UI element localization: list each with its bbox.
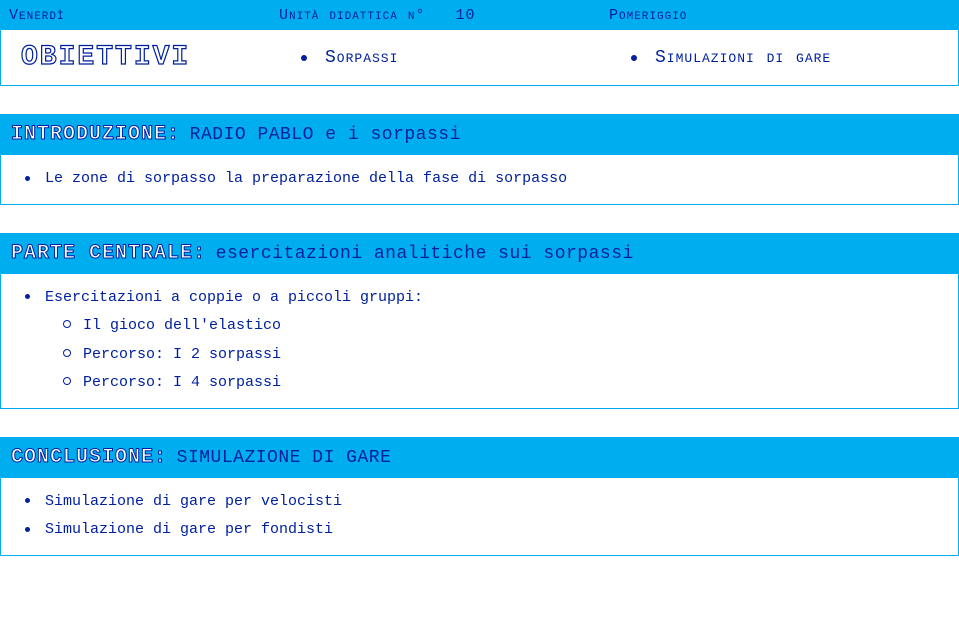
bullet-list: Esercitazioni a coppie o a piccoli grupp…	[11, 284, 948, 398]
section-header: INTRODUZIONE: RADIO PABLO e i sorpassi	[0, 114, 959, 155]
unit-number: 10	[455, 7, 475, 24]
section-header: PARTE CENTRALE: esercitazioni analitiche…	[0, 233, 959, 274]
objective-text: Sorpassi	[325, 48, 398, 68]
day-label: Venerdì	[9, 7, 279, 24]
section-conclusione: CONCLUSIONE: SIMULAZIONE DI GARE Simulaz…	[0, 437, 959, 556]
bullet-icon	[631, 55, 637, 61]
section-prefix: PARTE CENTRALE:	[11, 242, 206, 265]
sub-list-item: Percorso: I 2 sorpassi	[83, 341, 948, 370]
unit-prefix: Unità didattica n°	[279, 7, 425, 24]
header-row-objectives: OBIETTIVI Sorpassi Simulazioni di gare	[1, 30, 958, 85]
section-title: SIMULAZIONE DI GARE	[177, 448, 392, 468]
top-header: Venerdì Unità didattica n° 10 Pomeriggio…	[0, 0, 959, 86]
objective-text: Simulazioni di gare	[655, 48, 831, 68]
list-item: Le zone di sorpasso la preparazione dell…	[45, 165, 948, 194]
header-row-meta: Venerdì Unità didattica n° 10 Pomeriggio	[1, 1, 958, 30]
list-item-text: Esercitazioni a coppie o a piccoli grupp…	[45, 289, 423, 306]
section-introduzione: INTRODUZIONE: RADIO PABLO e i sorpassi L…	[0, 114, 959, 205]
unit-label: Unità didattica n° 10	[279, 7, 609, 24]
section-body: Le zone di sorpasso la preparazione dell…	[0, 155, 959, 205]
section-header: CONCLUSIONE: SIMULAZIONE DI GARE	[0, 437, 959, 478]
sub-list-item: Percorso: I 4 sorpassi	[83, 369, 948, 398]
section-prefix: CONCLUSIONE:	[11, 446, 167, 469]
list-item: Esercitazioni a coppie o a piccoli grupp…	[45, 284, 948, 398]
session-label: Pomeriggio	[609, 7, 950, 24]
section-parte-centrale: PARTE CENTRALE: esercitazioni analitiche…	[0, 233, 959, 409]
section-title: esercitazioni analitiche sui sorpassi	[216, 244, 634, 264]
objective-item-2: Simulazioni di gare	[609, 48, 950, 68]
section-body: Simulazione di gare per velocisti Simula…	[0, 478, 959, 556]
objectives-heading: OBIETTIVI	[9, 42, 279, 73]
bullet-icon	[301, 55, 307, 61]
section-prefix: INTRODUZIONE:	[11, 123, 180, 146]
bullet-list: Simulazione di gare per velocisti Simula…	[11, 488, 948, 545]
section-title: RADIO PABLO e i sorpassi	[190, 125, 461, 145]
sub-list-item: Il gioco dell'elastico	[83, 312, 948, 341]
sub-bullet-list: Il gioco dell'elastico Percorso: I 2 sor…	[45, 312, 948, 398]
list-item: Simulazione di gare per velocisti	[45, 488, 948, 517]
objective-item-1: Sorpassi	[279, 48, 609, 68]
list-item: Simulazione di gare per fondisti	[45, 516, 948, 545]
bullet-list: Le zone di sorpasso la preparazione dell…	[11, 165, 948, 194]
section-body: Esercitazioni a coppie o a piccoli grupp…	[0, 274, 959, 409]
